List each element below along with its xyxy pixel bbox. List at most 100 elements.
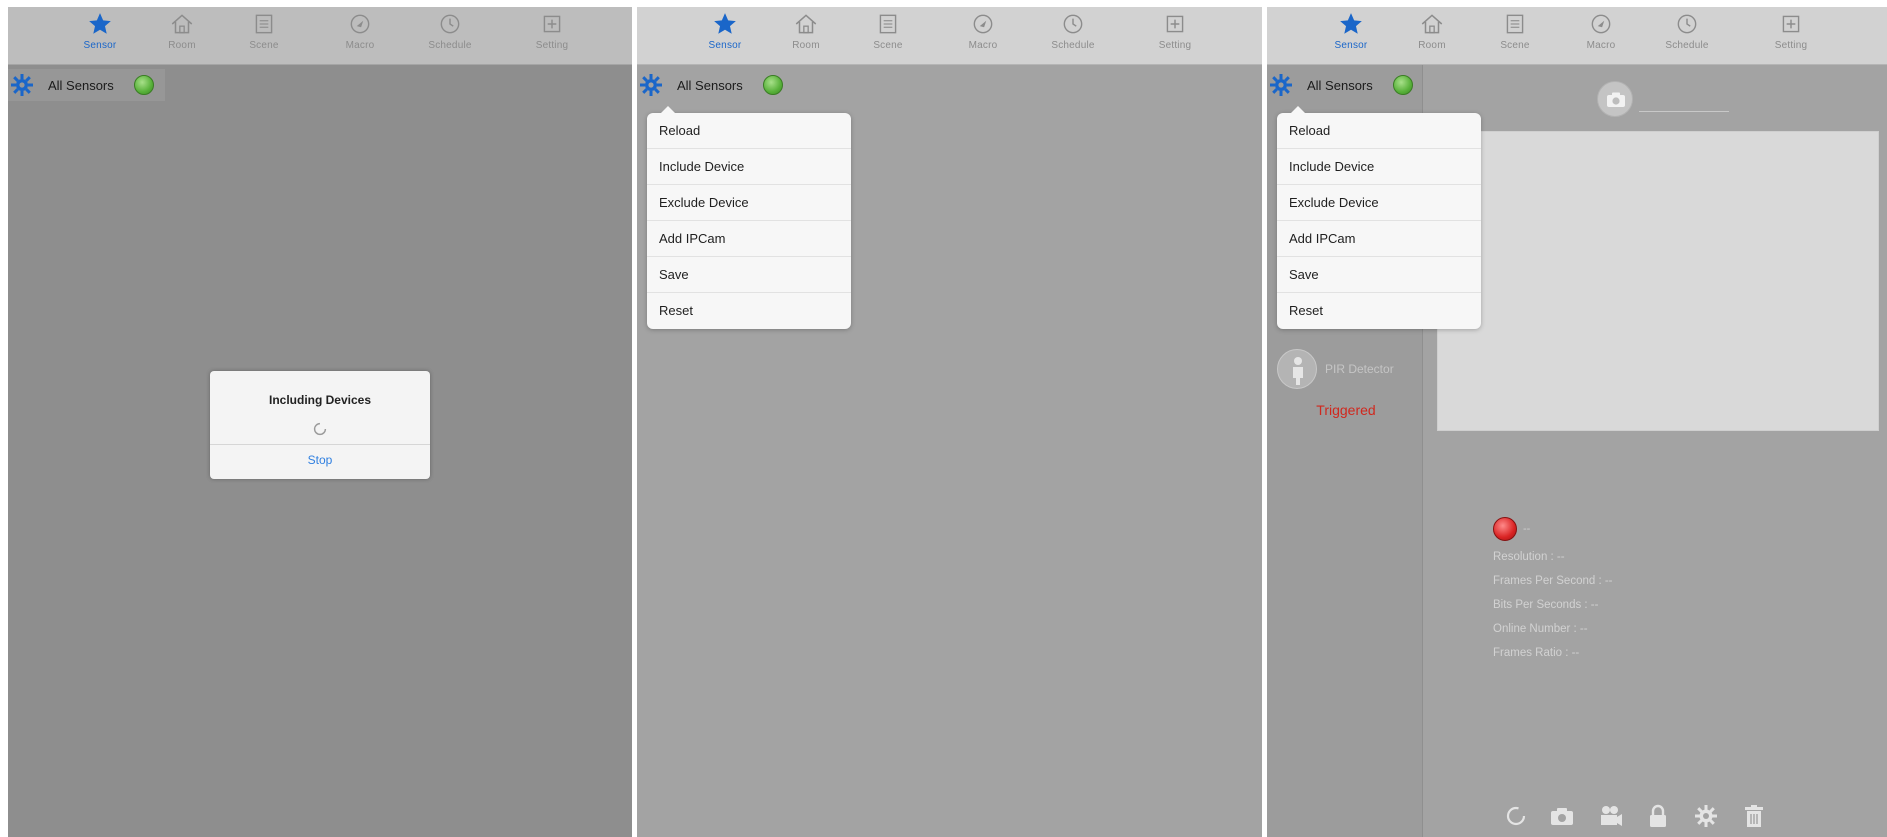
status-indicator [763, 75, 783, 95]
tab-scene[interactable]: Scene [232, 11, 296, 51]
refresh-icon[interactable] [1503, 803, 1529, 829]
snapshot-button[interactable] [1597, 81, 1633, 117]
menu-item-add-ipcam[interactable]: Add IPCam [1277, 221, 1481, 257]
status-indicator [1393, 75, 1413, 95]
tab-setting[interactable]: Setting [1143, 11, 1207, 51]
screen-options-menu: Sensor Room Scene Macro Schedule Setting… [637, 7, 1262, 837]
person-icon [1277, 349, 1317, 389]
trash-icon[interactable] [1741, 803, 1767, 829]
tab-schedule[interactable]: Schedule [1041, 11, 1105, 51]
tab-scene[interactable]: Scene [856, 11, 920, 51]
screen-ipcam-detail: Sensor Room Scene Macro Schedule Setting [1267, 7, 1887, 837]
menu-item-reload[interactable]: Reload [647, 113, 851, 149]
menu-item-reset[interactable]: Reset [1277, 293, 1481, 329]
scene-icon [255, 14, 273, 34]
scene-icon [879, 14, 897, 34]
spinner-icon [313, 422, 327, 436]
sensor-header: All Sensors [8, 69, 165, 101]
gear-icon[interactable] [10, 73, 34, 97]
gear-icon[interactable] [1693, 803, 1719, 829]
tab-label: Macro [345, 40, 375, 51]
info-resolution: Resolution : -- [1493, 551, 1565, 563]
house-icon [1421, 14, 1443, 34]
info-bps: Bits Per Seconds : -- [1493, 599, 1599, 611]
tab-label: Scene [873, 40, 903, 51]
camera-icon[interactable] [1549, 803, 1575, 829]
tab-label: Scene [249, 40, 279, 51]
info-frames-ratio: Frames Ratio : -- [1493, 647, 1580, 659]
stop-button[interactable]: Stop [210, 453, 430, 467]
info-fps: Frames Per Second : -- [1493, 575, 1613, 587]
screen-including-devices: Sensor Room Scene Macro Schedule Setting… [8, 7, 632, 837]
tab-bar: Sensor Room Scene Macro Schedule Setting [8, 7, 632, 65]
tab-label: Scene [1500, 40, 1530, 51]
info-online-number: Online Number : -- [1493, 623, 1588, 635]
menu-item-exclude-device[interactable]: Exclude Device [1277, 185, 1481, 221]
scene-icon [1506, 14, 1524, 34]
gear-icon[interactable] [1269, 73, 1293, 97]
tab-sensor[interactable]: Sensor [1319, 11, 1383, 51]
video-icon[interactable] [1597, 803, 1623, 829]
tab-schedule[interactable]: Schedule [1655, 11, 1719, 51]
tab-bar: Sensor Room Scene Macro Schedule Setting [1267, 7, 1887, 65]
camera-toolbar [1503, 803, 1803, 831]
header-title: All Sensors [1307, 78, 1373, 93]
menu-item-exclude-device[interactable]: Exclude Device [647, 185, 851, 221]
star-icon [89, 13, 111, 34]
schedule-icon [440, 14, 460, 34]
tab-label: Setting [1158, 40, 1192, 51]
tab-label: Sensor [1334, 40, 1368, 51]
tab-label: Schedule [428, 40, 472, 51]
tab-room[interactable]: Room [774, 11, 838, 51]
house-icon [795, 14, 817, 34]
setting-icon [543, 15, 561, 33]
gear-icon[interactable] [639, 73, 663, 97]
tab-label: Room [168, 40, 196, 51]
menu-item-reset[interactable]: Reset [647, 293, 851, 329]
record-status: -- [1523, 523, 1531, 535]
menu-item-include-device[interactable]: Include Device [1277, 149, 1481, 185]
status-indicator [134, 75, 154, 95]
header-title: All Sensors [677, 78, 743, 93]
options-menu: Reload Include Device Exclude Device Add… [1277, 106, 1481, 329]
macro-icon [1591, 14, 1611, 34]
menu-item-reload[interactable]: Reload [1277, 113, 1481, 149]
menu-item-add-ipcam[interactable]: Add IPCam [647, 221, 851, 257]
tab-sensor[interactable]: Sensor [68, 11, 132, 51]
tab-label: Macro [1586, 40, 1616, 51]
tab-label: Setting [535, 40, 569, 51]
tab-room[interactable]: Room [150, 11, 214, 51]
menu-item-include-device[interactable]: Include Device [647, 149, 851, 185]
tab-macro[interactable]: Macro [951, 11, 1015, 51]
snapshot-row [1597, 81, 1757, 121]
tab-label: Room [792, 40, 820, 51]
tab-macro[interactable]: Macro [1569, 11, 1633, 51]
camera-preview[interactable] [1437, 131, 1879, 431]
schedule-icon [1063, 14, 1083, 34]
tab-room[interactable]: Room [1400, 11, 1464, 51]
schedule-icon [1677, 14, 1697, 34]
tab-setting[interactable]: Setting [1759, 11, 1823, 51]
menu-item-save[interactable]: Save [1277, 257, 1481, 293]
tab-macro[interactable]: Macro [328, 11, 392, 51]
menu-item-save[interactable]: Save [647, 257, 851, 293]
tab-label: Room [1418, 40, 1446, 51]
tab-sensor[interactable]: Sensor [693, 11, 757, 51]
options-menu: Reload Include Device Exclude Device Add… [647, 106, 851, 329]
header-title: All Sensors [48, 78, 114, 93]
tab-label: Setting [1774, 40, 1808, 51]
tab-schedule[interactable]: Schedule [418, 11, 482, 51]
sensor-card-pir[interactable]: PIR Detector Triggered [1271, 347, 1421, 425]
sensor-header: All Sensors [637, 69, 797, 101]
lock-icon[interactable] [1645, 803, 1671, 829]
camera-icon [1607, 92, 1625, 107]
tab-label: Macro [968, 40, 998, 51]
tab-bar: Sensor Room Scene Macro Schedule Setting [637, 7, 1262, 65]
tab-scene[interactable]: Scene [1483, 11, 1547, 51]
tab-setting[interactable]: Setting [520, 11, 584, 51]
sensor-header: All Sensors [1267, 69, 1427, 101]
tab-label: Sensor [708, 40, 742, 51]
sensor-state: Triggered [1316, 402, 1376, 418]
house-icon [171, 14, 193, 34]
setting-icon [1166, 15, 1184, 33]
